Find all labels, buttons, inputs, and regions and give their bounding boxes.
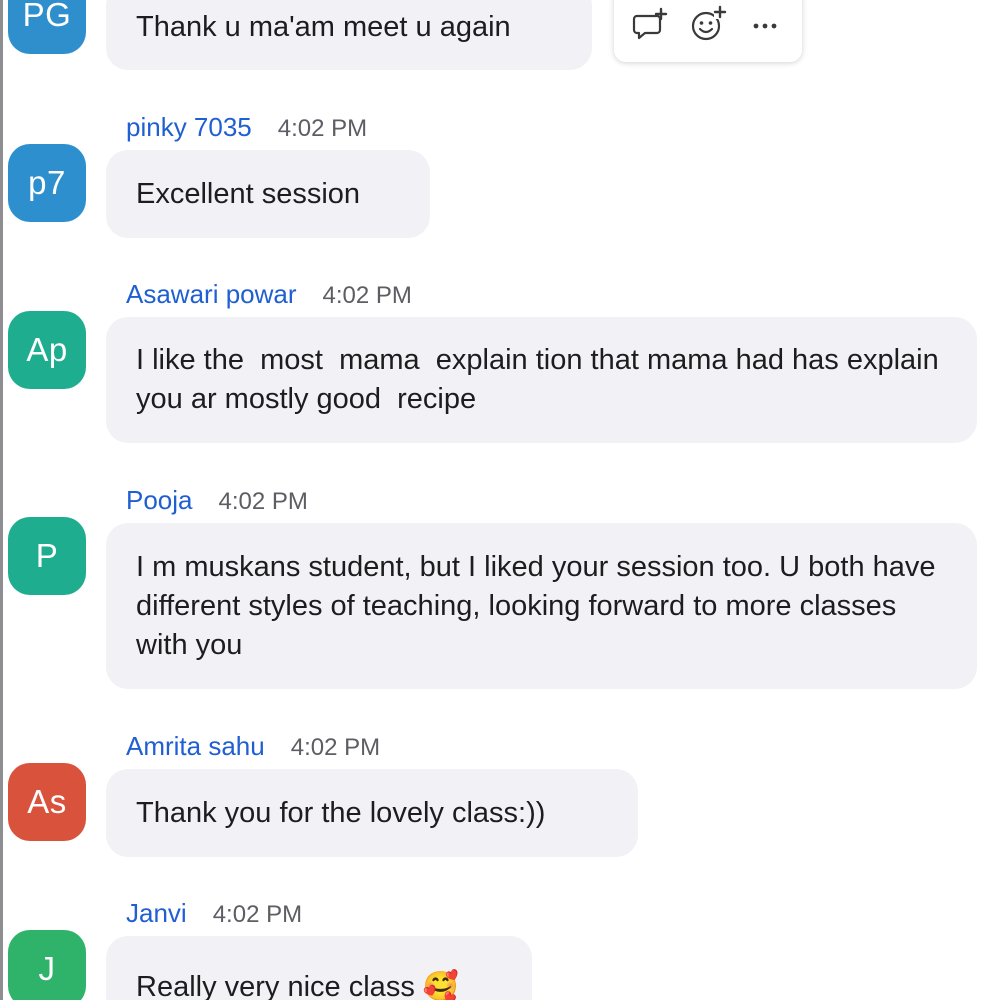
avatar[interactable]: PG bbox=[8, 0, 86, 54]
add-reaction-button[interactable] bbox=[685, 1, 731, 47]
add-reaction-icon bbox=[691, 5, 727, 41]
sender-name[interactable]: Pooja bbox=[126, 485, 193, 516]
message-text: I like the most mama explain tion that m… bbox=[136, 344, 947, 415]
timestamp: 4:02 PM bbox=[322, 282, 412, 309]
message-bubble: Thank u ma'am meet u again bbox=[106, 0, 592, 70]
sender-name[interactable]: Amrita sahu bbox=[126, 731, 265, 762]
message-text: Really very nice class 🥰 bbox=[136, 971, 459, 1000]
panel-divider bbox=[0, 0, 3, 1000]
message-header: Pooja 4:02 PM bbox=[126, 485, 308, 517]
message-header: Asawari powar 4:02 PM bbox=[126, 279, 412, 311]
message-text: Thank u ma'am meet u again bbox=[136, 10, 511, 43]
message-bubble: I like the most mama explain tion that m… bbox=[106, 317, 977, 443]
reply-thread-icon bbox=[632, 7, 667, 40]
sender-name[interactable]: Janvi bbox=[126, 898, 187, 929]
sender-name[interactable]: Asawari powar bbox=[126, 279, 297, 310]
avatar[interactable]: p7 bbox=[8, 144, 86, 222]
message-bubble: Excellent session bbox=[106, 150, 430, 238]
message-bubble: Really very nice class 🥰 bbox=[106, 936, 532, 1000]
sender-name[interactable]: pinky 7035 bbox=[126, 112, 252, 143]
message-hover-toolbar bbox=[614, 0, 802, 62]
reply-thread-button[interactable] bbox=[628, 1, 674, 47]
timestamp: 4:02 PM bbox=[212, 901, 303, 928]
message-header: pinky 7035 4:02 PM bbox=[126, 112, 367, 144]
timestamp: 4:02 PM bbox=[290, 734, 381, 761]
message-bubble: Thank you for the lovely class:)) bbox=[106, 769, 638, 857]
timestamp: 4:02 PM bbox=[218, 488, 308, 515]
chat-panel: PG Thank u ma'am meet u again pinky 7035… bbox=[0, 0, 1000, 1000]
timestamp: 4:02 PM bbox=[277, 115, 368, 142]
message-header: Janvi 4:02 PM bbox=[126, 898, 302, 930]
message-bubble: I m muskans student, but I liked your se… bbox=[106, 523, 977, 689]
message-text: Thank you for the lovely class:)) bbox=[136, 796, 546, 829]
message-text: Excellent session bbox=[136, 177, 361, 210]
more-options-icon bbox=[753, 23, 777, 29]
message-text: I m muskans student, but I liked your se… bbox=[136, 550, 944, 661]
avatar[interactable]: P bbox=[8, 517, 86, 595]
avatar[interactable]: J bbox=[8, 930, 86, 1000]
avatar[interactable]: As bbox=[8, 763, 86, 841]
avatar[interactable]: Ap bbox=[8, 311, 86, 389]
message-header: Amrita sahu 4:02 PM bbox=[126, 731, 380, 763]
more-options-button[interactable] bbox=[742, 1, 788, 47]
